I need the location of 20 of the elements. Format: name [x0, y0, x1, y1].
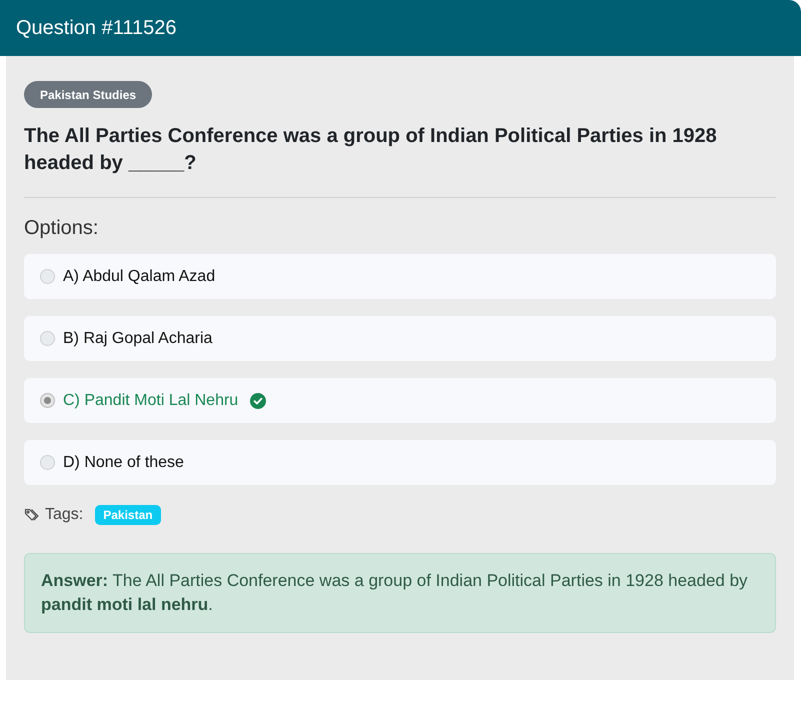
- option-row[interactable]: B) Raj Gopal Acharia: [24, 316, 776, 361]
- option-row[interactable]: C) Pandit Moti Lal Nehru: [24, 378, 776, 423]
- question-text: The All Parties Conference was a group of Indian Political Parties in 1928 headed by _____?: [24, 124, 718, 176]
- page-title: Question #111526: [16, 16, 176, 41]
- radio-button[interactable]: [40, 393, 55, 408]
- option-row[interactable]: D) None of these: [24, 440, 776, 485]
- option-label: C) Pandit Moti Lal Nehru: [63, 390, 238, 410]
- radio-button[interactable]: [40, 269, 55, 284]
- answer-text: Answer: The All Parties Conference was a group of Indian Political Parties in 1928 headed by pandit moti lal nehru.: [24, 553, 776, 633]
- radio-button[interactable]: [40, 455, 55, 470]
- option-label: D) None of these: [63, 452, 184, 472]
- tags-label: Tags:: [45, 505, 84, 525]
- category-badge: Pakistan Studies: [24, 81, 152, 108]
- check-circle-icon: [250, 392, 266, 408]
- radio-button[interactable]: [40, 331, 55, 346]
- tags-icon: [24, 507, 40, 523]
- options-heading: Options:: [24, 216, 100, 241]
- option-label: B) Raj Gopal Acharia: [63, 328, 212, 348]
- option-row[interactable]: A) Abdul Qalam Azad: [24, 254, 776, 299]
- option-label: A) Abdul Qalam Azad: [63, 266, 216, 286]
